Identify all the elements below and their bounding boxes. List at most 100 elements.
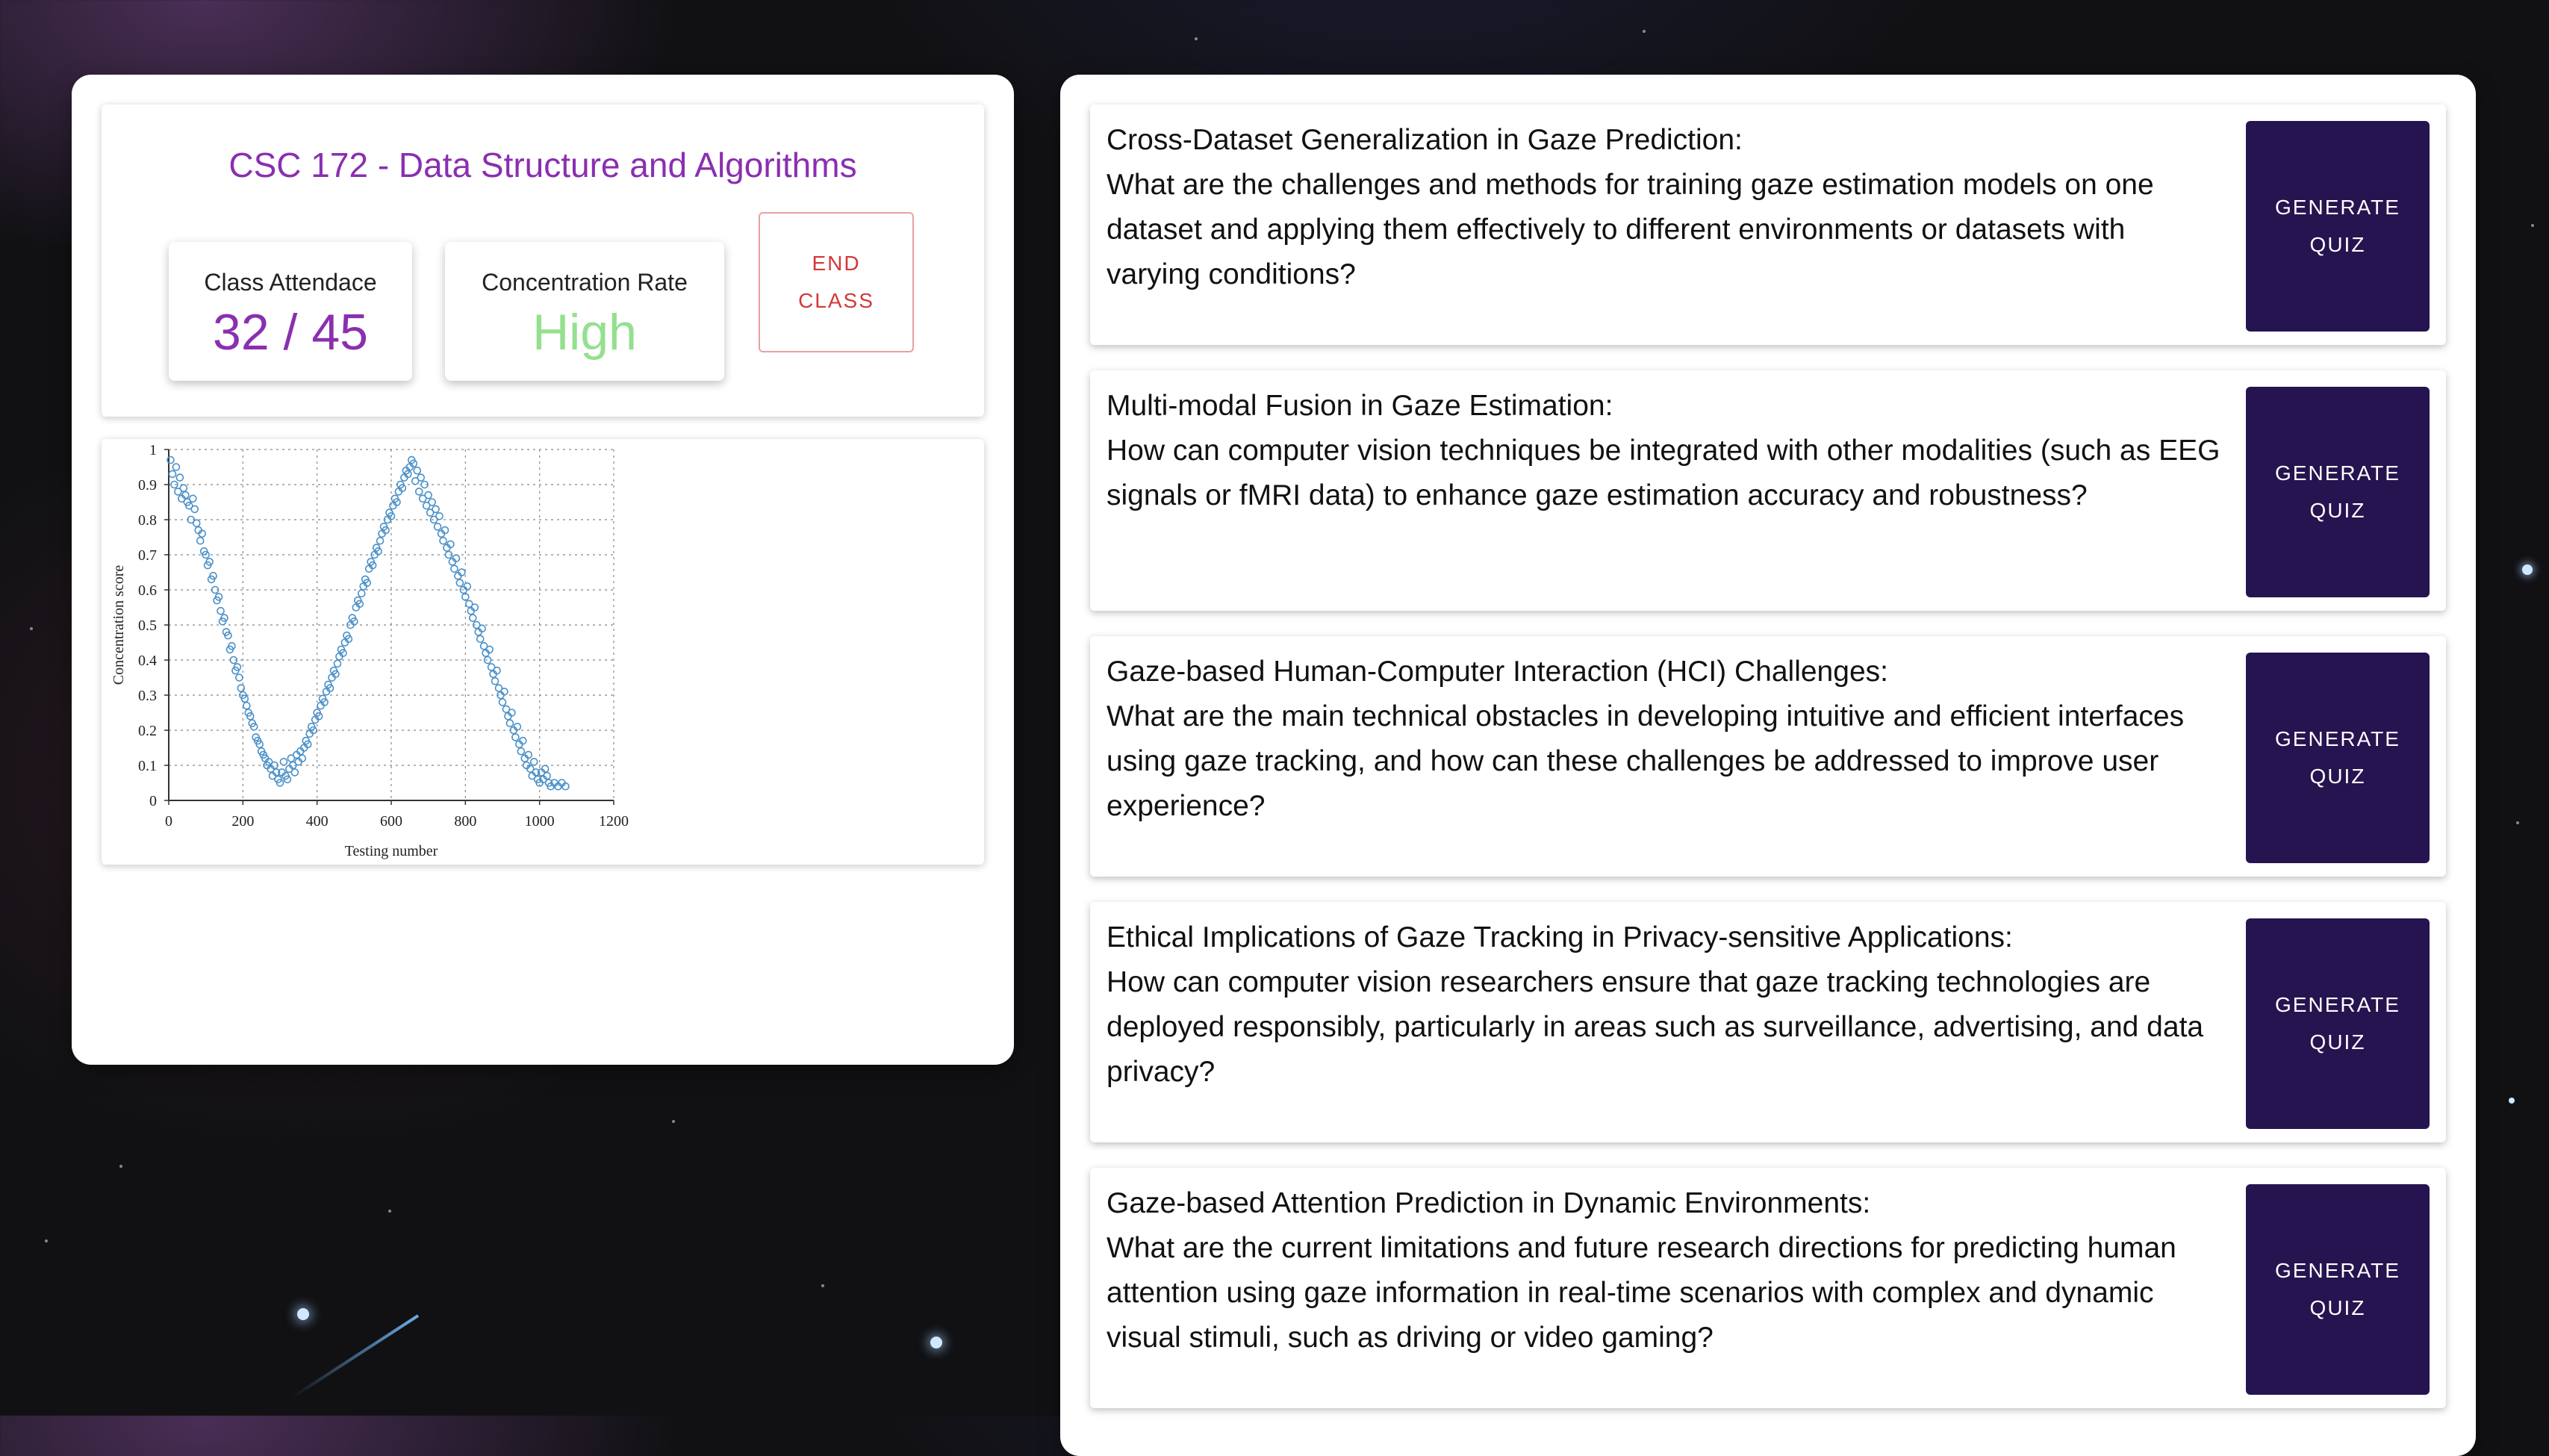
chart-grid <box>168 449 614 801</box>
scatter-point <box>432 505 440 514</box>
scatter-point <box>491 676 499 685</box>
course-title: CSC 172 - Data Structure and Algorithms <box>228 146 857 184</box>
star-decoration <box>930 1337 942 1348</box>
attendance-stat-box: Class Attendace 32 / 45 <box>169 242 412 381</box>
question-card: Multi-modal Fusion in Gaze Estimation: H… <box>1090 370 2446 611</box>
y-tick-label: 0.2 <box>138 723 157 739</box>
x-tick-label: 600 <box>380 813 402 830</box>
class-dashboard-card: CSC 172 - Data Structure and Algorithms … <box>72 75 1014 1065</box>
star-decoration <box>297 1308 309 1320</box>
scatter-point <box>243 701 251 710</box>
y-tick-label: 0.6 <box>138 582 157 599</box>
end-class-button[interactable]: END CLASS <box>759 212 914 352</box>
star-decoration <box>2531 224 2534 227</box>
y-tick-label: 0.9 <box>138 477 157 494</box>
scatter-point <box>414 488 423 496</box>
scatter-point <box>476 635 485 644</box>
x-tick-label: 800 <box>454 813 476 830</box>
x-tick-label: 1200 <box>599 813 629 830</box>
attendance-label: Class Attendace <box>204 269 377 296</box>
y-axis-label: Concentration score <box>111 565 127 685</box>
scatter-point <box>376 536 385 545</box>
scatter-point <box>468 614 477 622</box>
scatter-point <box>333 659 342 668</box>
scatter-point <box>196 536 205 545</box>
scatter-point <box>413 466 422 475</box>
concentration-scatter-chart: 0 200 400 600 800 1000 1200 0 0.1 0.2 0.3 0.4 0.5 0.6… <box>111 442 629 859</box>
question-card: Gaze-based Human-Computer Interaction (H… <box>1090 636 2446 877</box>
question-text: Cross-Dataset Generalization in Gaze Pre… <box>1107 118 2226 297</box>
y-tick-label: 0.4 <box>138 653 157 669</box>
scatter-point <box>450 564 458 573</box>
scatter-point <box>433 523 442 531</box>
concentration-chart-panel: 0 200 400 600 800 1000 1200 0 0.1 0.2 0.3 0.4 0.5 0.6… <box>102 439 984 865</box>
scatter-point <box>498 698 507 706</box>
y-tick-label: 0 <box>149 793 157 809</box>
question-card: Cross-Dataset Generalization in Gaze Pre… <box>1090 105 2446 345</box>
x-tick-label: 200 <box>231 813 254 830</box>
question-body: What are the current limitations and fut… <box>1107 1232 2176 1354</box>
question-card: Gaze-based Attention Prediction in Dynam… <box>1090 1168 2446 1408</box>
scatter-point <box>217 606 225 615</box>
scatter-point <box>439 536 447 545</box>
y-tick-label: 0.3 <box>138 688 157 704</box>
star-decoration <box>119 1165 122 1168</box>
concentration-value: High <box>532 304 637 361</box>
question-list-card: Cross-Dataset Generalization in Gaze Pre… <box>1060 75 2476 1456</box>
concentration-label: Concentration Rate <box>482 269 688 296</box>
scatter-point <box>357 589 366 597</box>
scatter-point <box>279 757 288 766</box>
y-tick-label: 0.5 <box>138 617 157 634</box>
question-card: Ethical Implications of Gaze Tracking in… <box>1090 902 2446 1142</box>
scatter-point <box>428 498 436 506</box>
scatter-point <box>237 684 246 692</box>
scatter-point <box>483 656 492 665</box>
scatter-point <box>192 519 201 527</box>
y-tick-label: 0.7 <box>138 547 157 564</box>
question-title: Gaze-based Attention Prediction in Dynam… <box>1107 1187 1871 1219</box>
y-tick-label: 0.1 <box>138 758 157 774</box>
star-decoration <box>1643 30 1646 33</box>
meteor-trail-decoration <box>292 1314 420 1399</box>
question-text: Ethical Implications of Gaze Tracking in… <box>1107 915 2226 1095</box>
generate-quiz-button[interactable]: GENERATE QUIZ <box>2246 1184 2430 1395</box>
scatter-point <box>417 473 426 482</box>
question-title: Gaze-based Human-Computer Interaction (H… <box>1107 656 1888 688</box>
star-decoration <box>672 1120 675 1123</box>
question-text: Multi-modal Fusion in Gaze Estimation: H… <box>1107 384 2226 518</box>
question-text: Gaze-based Human-Computer Interaction (H… <box>1107 650 2226 829</box>
question-body: What are the challenges and methods for … <box>1107 169 2154 290</box>
x-axis-label: Testing number <box>345 843 438 859</box>
question-body: How can computer vision techniques be in… <box>1107 435 2220 511</box>
generate-quiz-button[interactable]: GENERATE QUIZ <box>2246 387 2430 597</box>
generate-quiz-button[interactable]: GENERATE QUIZ <box>2246 121 2430 332</box>
concentration-stat-box: Concentration Rate High <box>445 242 724 381</box>
generate-quiz-button[interactable]: GENERATE QUIZ <box>2246 653 2430 863</box>
scatter-point <box>175 473 184 482</box>
scatter-point <box>188 494 197 503</box>
star-decoration <box>30 627 33 630</box>
question-title: Cross-Dataset Generalization in Gaze Pre… <box>1107 124 1743 156</box>
question-text: Gaze-based Attention Prediction in Dynam… <box>1107 1181 2226 1360</box>
x-tick-label: 400 <box>306 813 329 830</box>
scatter-point <box>511 733 520 741</box>
question-title: Multi-modal Fusion in Gaze Estimation: <box>1107 390 1613 422</box>
star-decoration <box>2509 1098 2515 1104</box>
scatter-point <box>179 484 188 492</box>
scatter-point <box>505 719 514 727</box>
scatter-point <box>435 512 443 520</box>
x-tick-label: 0 <box>165 813 172 830</box>
scatter-point <box>517 747 526 756</box>
chart-axes: 0 200 400 600 800 1000 1200 0 0.1 0.2 0.3 0.4 0.5 0.6… <box>138 442 629 830</box>
scatter-point <box>168 470 177 479</box>
y-tick-label: 1 <box>149 442 157 458</box>
question-title: Ethical Implications of Gaze Tracking in… <box>1107 921 2013 953</box>
chart-points <box>166 455 570 791</box>
scatter-point <box>529 757 538 766</box>
star-decoration <box>2522 564 2533 575</box>
star-decoration <box>1195 37 1198 40</box>
generate-quiz-button[interactable]: GENERATE QUIZ <box>2246 918 2430 1129</box>
scatter-point <box>290 768 299 777</box>
question-body: How can computer vision researchers ensu… <box>1107 966 2204 1088</box>
scatter-point <box>172 463 181 471</box>
